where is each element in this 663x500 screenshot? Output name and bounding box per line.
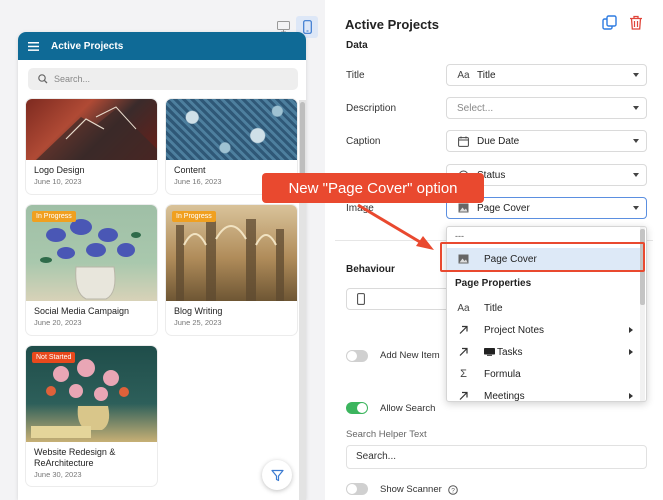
menu-item-label: Meetings bbox=[484, 390, 525, 402]
project-card[interactable]: In Progress Blog Writing June 25, 2023 bbox=[166, 205, 297, 335]
tasks-label-wrap: Tasks bbox=[484, 347, 523, 358]
filter-icon bbox=[270, 469, 284, 481]
image-icon bbox=[458, 203, 469, 213]
status-badge: In Progress bbox=[172, 211, 216, 222]
card-title: Website Redesign & ReArchitecture bbox=[34, 447, 116, 468]
menu-item-project-notes[interactable]: Project Notes bbox=[447, 319, 641, 341]
description-select-placeholder: Select... bbox=[457, 102, 494, 114]
card-date: June 10, 2023 bbox=[34, 177, 82, 186]
allow-search-label: Allow Search bbox=[380, 403, 436, 414]
menu-item-meetings[interactable]: Meetings bbox=[447, 385, 641, 402]
card-title: Blog Writing bbox=[174, 306, 223, 316]
card-cover-image bbox=[166, 99, 297, 160]
relation-arrow-icon bbox=[459, 391, 468, 400]
search-helper-input[interactable]: Search... bbox=[346, 445, 647, 469]
filter-button[interactable] bbox=[262, 460, 292, 490]
relation-arrow-icon bbox=[459, 325, 468, 334]
chevron-right-icon bbox=[629, 393, 633, 399]
panel-actions bbox=[602, 15, 643, 30]
menu-item-formula[interactable]: Σ Formula bbox=[447, 363, 641, 385]
menu-item-label: Project Notes bbox=[484, 324, 545, 336]
text-aa-icon: Aa bbox=[457, 302, 470, 314]
dropdown-separator: --- bbox=[455, 231, 464, 241]
svg-text:?: ? bbox=[451, 487, 455, 494]
sigma-icon: Σ bbox=[460, 368, 467, 380]
allow-search-toggle[interactable] bbox=[346, 402, 368, 414]
chevron-right-icon bbox=[629, 327, 633, 333]
chevron-down-icon bbox=[633, 173, 639, 177]
project-card[interactable]: Not Started Website Redesign & ReArchite… bbox=[26, 346, 157, 486]
card-title: Social Media Campaign bbox=[34, 306, 130, 316]
search-input[interactable]: Search... bbox=[28, 68, 298, 90]
card-date: June 25, 2023 bbox=[174, 318, 222, 327]
search-helper-label: Search Helper Text bbox=[346, 429, 427, 440]
chevron-down-icon bbox=[633, 73, 639, 77]
app-title: Active Projects bbox=[51, 40, 124, 52]
chevron-down-icon bbox=[633, 106, 639, 110]
chevron-right-icon bbox=[629, 349, 633, 355]
menu-item-title[interactable]: Aa Title bbox=[447, 297, 641, 319]
title-select-value: Title bbox=[477, 69, 496, 81]
mobile-preview: Active Projects Search... Logo Design Ju… bbox=[18, 32, 306, 500]
field-label-image: Image bbox=[346, 203, 374, 214]
menu-icon[interactable] bbox=[28, 41, 39, 51]
card-date: June 20, 2023 bbox=[34, 318, 82, 327]
field-label-title: Title bbox=[346, 70, 365, 81]
help-icon[interactable]: ? bbox=[447, 484, 458, 495]
title-select[interactable]: Aa Title bbox=[446, 64, 647, 86]
mountain-painting bbox=[36, 106, 157, 160]
monitor-emoji-icon bbox=[484, 348, 495, 356]
duplicate-icon[interactable] bbox=[602, 15, 617, 30]
behaviour-section-heading: Behaviour bbox=[346, 264, 395, 275]
caption-select[interactable]: Due Date bbox=[446, 130, 647, 152]
add-new-item-label: Add New Item bbox=[380, 350, 440, 361]
chevron-down-icon bbox=[633, 206, 639, 210]
status-badge: In Progress bbox=[32, 211, 76, 222]
card-cover-image: In Progress bbox=[26, 205, 157, 301]
panel-title: Active Projects bbox=[345, 17, 439, 32]
dropdown-group-heading: Page Properties bbox=[455, 278, 532, 289]
project-card[interactable]: In Progress Social Media Campaign June 2… bbox=[26, 205, 157, 335]
relation-arrow-icon bbox=[459, 347, 468, 356]
field-label-description: Description bbox=[346, 103, 397, 114]
card-cover-image bbox=[26, 99, 157, 160]
data-section-heading: Data bbox=[346, 40, 368, 51]
app-header: Active Projects bbox=[18, 32, 306, 60]
description-select[interactable]: Select... bbox=[446, 97, 647, 119]
caption-select-value: Due Date bbox=[477, 135, 520, 147]
menu-item-tasks[interactable]: Tasks bbox=[447, 341, 641, 363]
menu-item-label: Formula bbox=[484, 368, 521, 380]
show-scanner-toggle[interactable] bbox=[346, 483, 368, 495]
annotation-callout: New "Page Cover" option bbox=[262, 173, 484, 203]
search-placeholder: Search... bbox=[54, 74, 91, 84]
card-date: June 30, 2023 bbox=[34, 470, 82, 479]
search-icon bbox=[38, 74, 48, 84]
card-cover-image: Not Started bbox=[26, 346, 157, 442]
image-select-value: Page Cover bbox=[477, 202, 530, 214]
menu-item-label: Title bbox=[484, 302, 503, 314]
mobile-icon bbox=[357, 293, 365, 305]
project-card[interactable]: Logo Design June 10, 2023 bbox=[26, 99, 157, 194]
mobile-icon bbox=[302, 20, 312, 34]
show-scanner-row: Show Scanner ? bbox=[380, 484, 458, 495]
card-cover-image: In Progress bbox=[166, 205, 297, 301]
add-new-item-toggle[interactable] bbox=[346, 350, 368, 362]
field-label-caption: Caption bbox=[346, 136, 381, 147]
card-title: Logo Design bbox=[34, 165, 85, 175]
text-aa-icon: Aa bbox=[457, 69, 470, 81]
chevron-down-icon bbox=[633, 139, 639, 143]
calendar-icon bbox=[458, 136, 469, 147]
menu-item-label: Tasks bbox=[497, 346, 523, 358]
trash-icon[interactable] bbox=[629, 15, 643, 30]
status-badge: Not Started bbox=[32, 352, 76, 363]
show-scanner-label: Show Scanner bbox=[380, 484, 442, 495]
highlight-box bbox=[440, 242, 645, 272]
